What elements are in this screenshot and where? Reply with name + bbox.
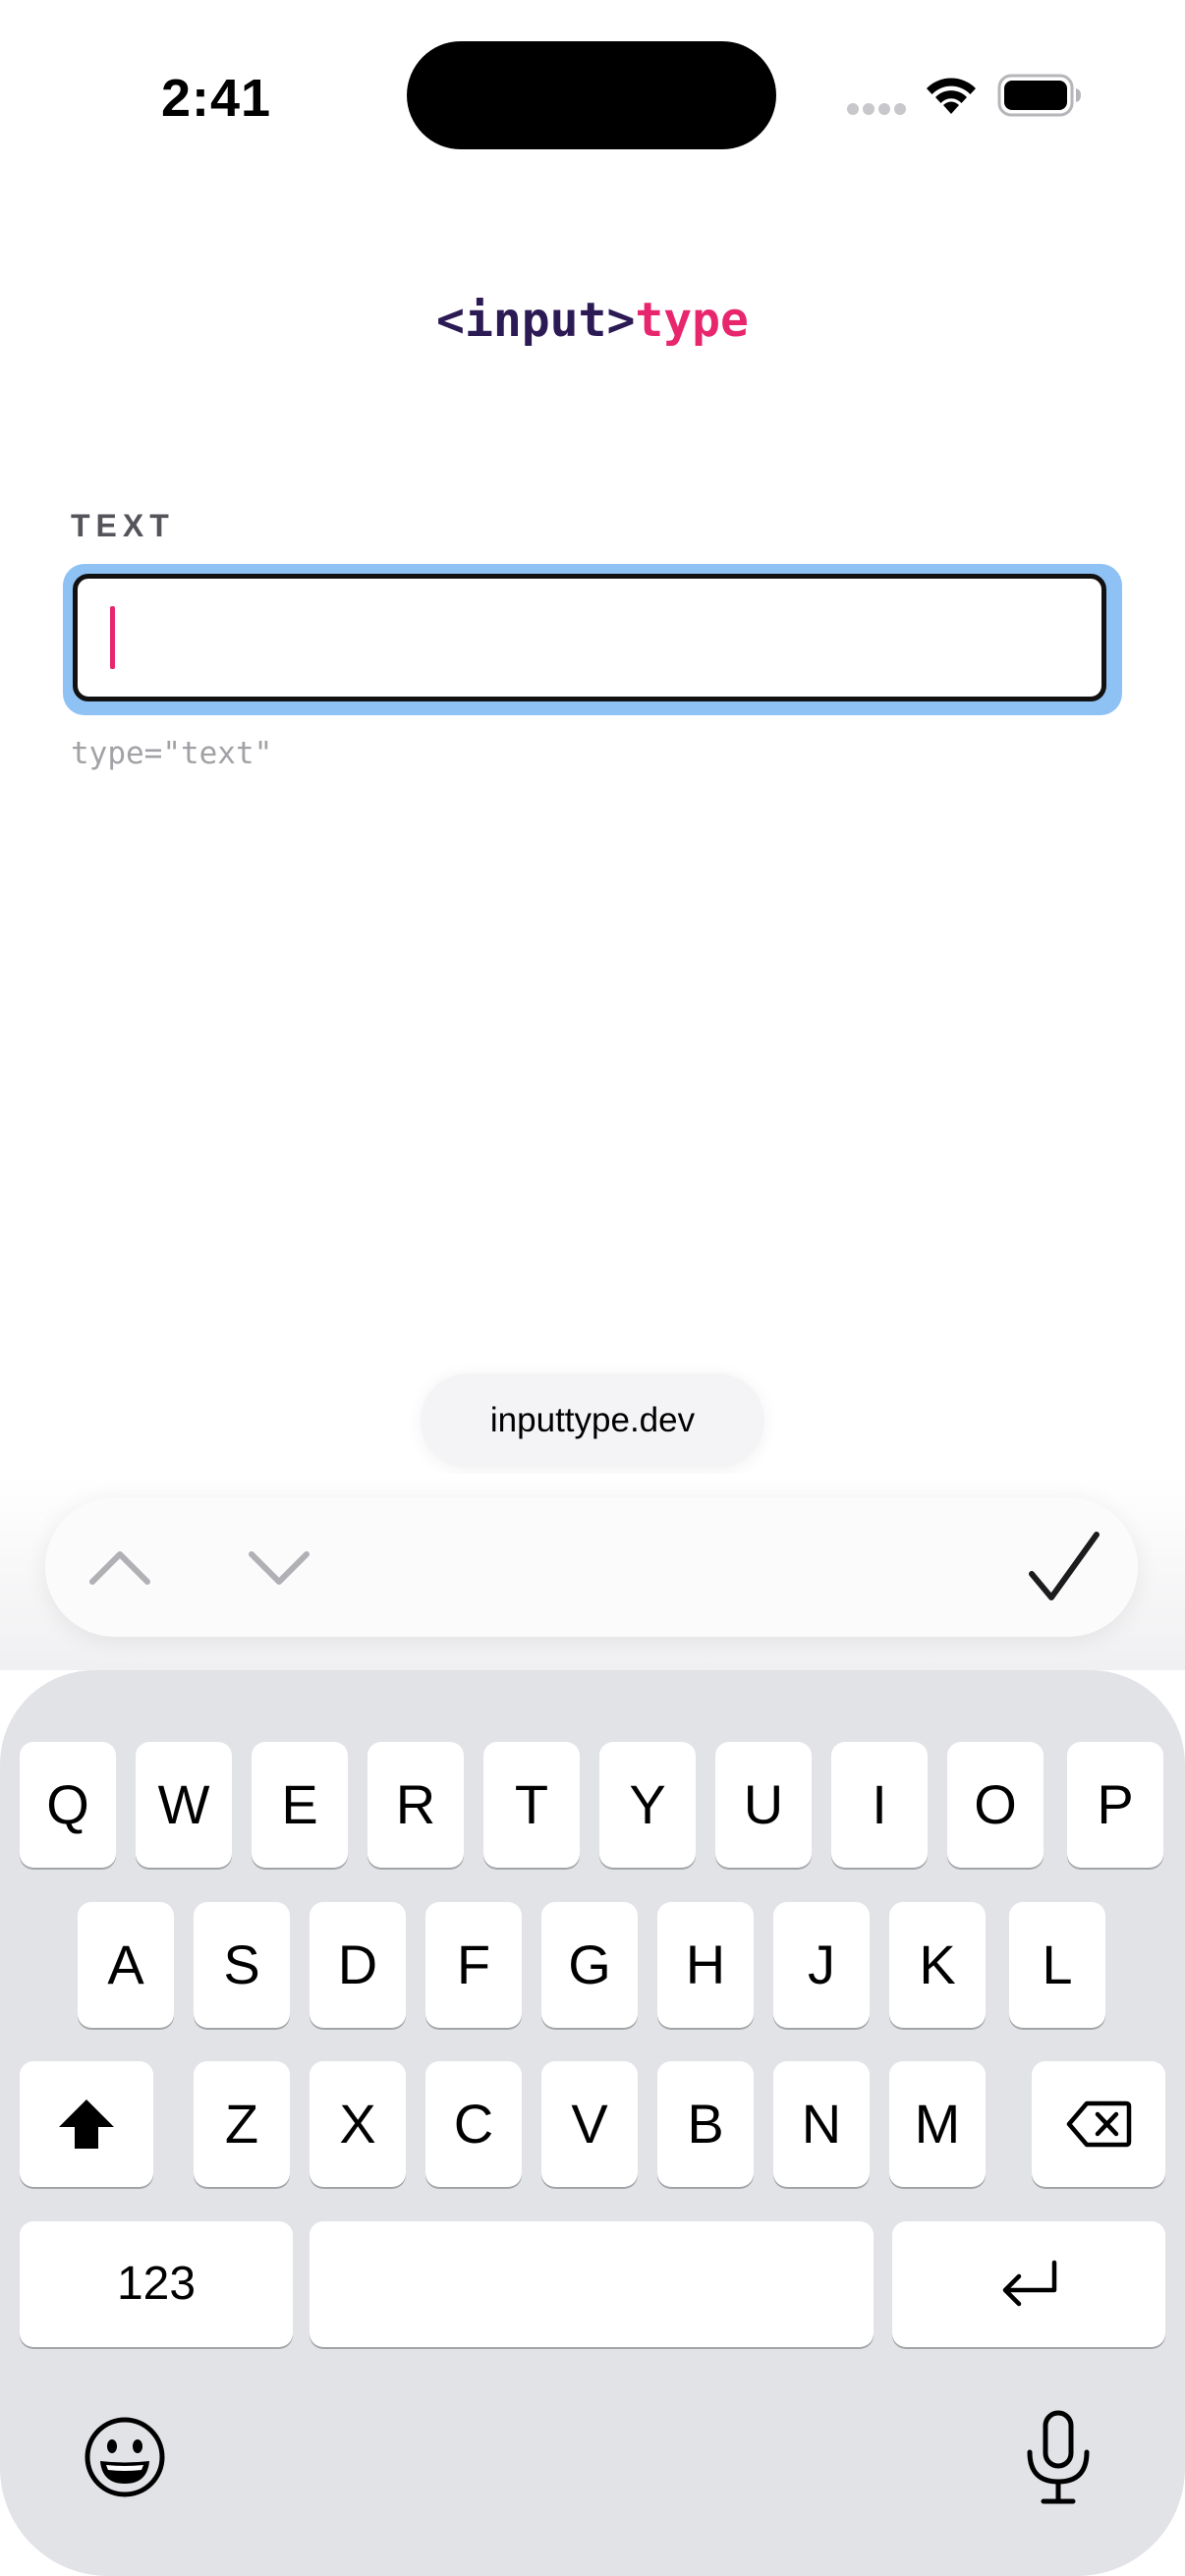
wifi-icon: [927, 78, 976, 114]
key-h[interactable]: H: [657, 1902, 754, 2028]
next-field-button[interactable]: [244, 1539, 314, 1597]
key-p[interactable]: P: [1067, 1742, 1163, 1868]
key-e[interactable]: E: [252, 1742, 348, 1868]
status-time: 2:41: [160, 69, 272, 128]
key-x[interactable]: X: [310, 2061, 406, 2187]
key-a[interactable]: A: [78, 1902, 174, 2028]
key-l[interactable]: L: [1009, 1902, 1105, 2028]
key-w[interactable]: W: [136, 1742, 232, 1868]
cellular-signal-icon: [847, 103, 906, 115]
emoji-icon: [85, 2417, 165, 2497]
field-hint: type="text": [71, 736, 273, 771]
key-y[interactable]: Y: [599, 1742, 696, 1868]
key-c[interactable]: C: [425, 2061, 522, 2187]
key-f[interactable]: F: [425, 1902, 522, 2028]
numbers-key[interactable]: 123: [20, 2221, 293, 2347]
key-k[interactable]: K: [889, 1902, 986, 2028]
key-r[interactable]: R: [367, 1742, 464, 1868]
space-key[interactable]: [310, 2221, 874, 2347]
backspace-icon: [1066, 2100, 1132, 2148]
shift-key[interactable]: [20, 2061, 153, 2187]
checkmark-icon: [1029, 1532, 1100, 1600]
site-logo: <input>type: [0, 285, 1185, 356]
autofill-suggestion[interactable]: inputtype.dev: [421, 1373, 764, 1468]
key-i[interactable]: I: [831, 1742, 928, 1868]
key-s[interactable]: S: [194, 1902, 290, 2028]
previous-field-button[interactable]: [85, 1539, 155, 1597]
battery-icon: [997, 74, 1081, 117]
key-v[interactable]: V: [541, 2061, 638, 2187]
screen: 2:41 <input>type TEXT type="text" inputt…: [0, 0, 1185, 2576]
microphone-icon: [1027, 2410, 1090, 2504]
return-icon: [1002, 2260, 1057, 2307]
key-m[interactable]: M: [889, 2061, 986, 2187]
input-accessory-toolbar: [45, 1497, 1138, 1637]
chevron-up-icon: [89, 1551, 150, 1585]
dictation-button[interactable]: [1022, 2409, 1095, 2507]
logo-type-text: type: [635, 293, 749, 348]
key-g[interactable]: G: [541, 1902, 638, 2028]
key-j[interactable]: J: [773, 1902, 870, 2028]
key-d[interactable]: D: [310, 1902, 406, 2028]
key-n[interactable]: N: [773, 2061, 870, 2187]
key-u[interactable]: U: [715, 1742, 812, 1868]
key-b[interactable]: B: [657, 2061, 754, 2187]
chevron-down-icon: [249, 1551, 310, 1585]
text-caret: [110, 606, 115, 669]
logo-tag-text: <input>: [436, 293, 636, 348]
key-z[interactable]: Z: [194, 2061, 290, 2187]
shift-icon: [59, 2100, 114, 2149]
key-q[interactable]: Q: [20, 1742, 116, 1868]
key-t[interactable]: T: [483, 1742, 580, 1868]
key-o[interactable]: O: [947, 1742, 1044, 1868]
field-label: TEXT: [71, 508, 175, 543]
emoji-button[interactable]: [83, 2415, 167, 2499]
return-key[interactable]: [892, 2221, 1165, 2347]
text-input[interactable]: [73, 574, 1106, 701]
done-button[interactable]: [1026, 1529, 1102, 1607]
backspace-key[interactable]: [1032, 2061, 1165, 2187]
dynamic-island: [407, 41, 776, 149]
